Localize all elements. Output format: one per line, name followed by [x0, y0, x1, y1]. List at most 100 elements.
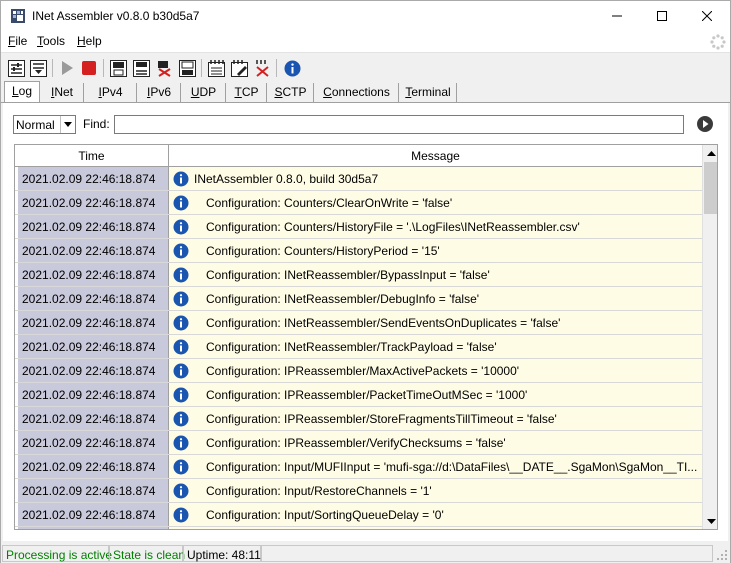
menu-help-accel: H [77, 34, 86, 48]
settings-button[interactable] [6, 58, 26, 78]
table-row[interactable]: 2021.02.09 22:46:18.874 Configuration: IN… [15, 335, 702, 359]
tab-strip: Log INet IPv4 IPv6 UDP TCP SCTP Connecti… [1, 81, 730, 103]
scroll-up-button[interactable] [703, 145, 717, 161]
status-state: State is clean [109, 545, 185, 562]
time-cell: 2021.02.09 22:46:18.874 [18, 455, 169, 478]
table-row[interactable]: 2021.02.09 22:46:18.874 INetAssembler 0.8… [15, 167, 702, 191]
time-cell: 2021.02.09 22:46:18.874 [18, 359, 169, 382]
message-text: Configuration: INetReassembler/BypassInp… [206, 268, 490, 282]
table-row[interactable]: 2021.02.09 22:46:18.874 Configuration: IP… [15, 431, 702, 455]
message-text: Configuration: IPReassembler/StoreFragme… [206, 412, 557, 426]
time-cell [18, 527, 169, 529]
menu-file[interactable]: File [8, 34, 27, 48]
tab-sctp-accel: S [274, 85, 283, 99]
notes-button[interactable] [206, 58, 226, 78]
tab-connections[interactable]: Connections [315, 83, 399, 102]
resize-grip-icon[interactable] [716, 549, 728, 561]
message-text: Configuration: IPReassembler/PacketTimeO… [206, 388, 528, 402]
menu-tools[interactable]: Tools [37, 34, 65, 48]
message-text: Configuration: Counters/HistoryFile = '.… [206, 220, 580, 234]
table-row[interactable]: 2021.02.09 22:46:18.874 Configuration: IN… [15, 263, 702, 287]
table-row[interactable]: 2021.02.09 22:46:18.874 Configuration: Co… [15, 239, 702, 263]
app-window: INet Assembler v0.8.0 b30d5a7 File Tools… [0, 0, 731, 563]
table-row[interactable]: 2021.02.09 22:46:18.874 Configuration: IP… [15, 407, 702, 431]
message-text: Configuration: IPReassembler/MaxActivePa… [206, 364, 520, 378]
table-row[interactable]: 2021.02.09 22:46:18.874 Configuration: IN… [15, 287, 702, 311]
table-row[interactable]: 2021.02.09 22:46:18.874 Configuration: Co… [15, 215, 702, 239]
close-icon [702, 11, 712, 21]
time-cell: 2021.02.09 22:46:18.874 [18, 407, 169, 430]
toolbar-separator [103, 59, 104, 77]
message-cell: Configuration: INetReassembler/TrackPayl… [169, 335, 702, 358]
tab-log[interactable]: Log [4, 81, 40, 103]
log-level-select[interactable]: Normal [13, 115, 76, 134]
export-button[interactable] [177, 58, 197, 78]
close-button[interactable] [684, 1, 730, 31]
message-cell: Configuration: IPReassembler/VerifyCheck… [169, 431, 702, 454]
info-icon [173, 339, 189, 355]
status-bar: Processing is active State is clean Upti… [1, 544, 730, 563]
notes-edit-button[interactable] [229, 58, 249, 78]
table-row[interactable]: 2021.02.09 22:46:18.874 Configuration: In… [15, 503, 702, 527]
message-text: INetAssembler 0.8.0, build 30d5a7 [194, 172, 379, 186]
message-cell: Configuration: Input/MUFIInput = 'mufi-s… [169, 455, 702, 478]
column-header-message[interactable]: Message [169, 145, 702, 166]
title-bar: INet Assembler v0.8.0 b30d5a7 [1, 1, 730, 31]
message-cell: Configuration: IPReassembler/MaxActivePa… [169, 359, 702, 382]
info-icon [173, 411, 189, 427]
menu-help[interactable]: Help [77, 34, 102, 48]
filter-bar: Normal Find: [13, 114, 718, 134]
tab-inet[interactable]: INet [41, 83, 84, 102]
tab-udp-accel: U [190, 85, 200, 99]
tab-ipv6-label: Pv6 [150, 85, 172, 99]
tab-tcp[interactable]: TCP [227, 83, 267, 102]
message-text: Configuration: Input/SortingQueueDelay =… [206, 508, 444, 522]
tab-terminal[interactable]: Terminal [400, 83, 457, 102]
menu-tools-label: ools [43, 34, 66, 48]
scroll-thumb[interactable] [704, 162, 717, 214]
tab-log-accel: L [11, 84, 19, 98]
notes-icon [207, 59, 225, 77]
message-cell: INetAssembler 0.8.0, build 30d5a7 [169, 167, 702, 190]
save-settings-button[interactable] [28, 58, 48, 78]
save-log-as-button[interactable] [131, 58, 151, 78]
time-cell: 2021.02.09 22:46:18.874 [18, 167, 169, 190]
time-cell: 2021.02.09 22:46:18.874 [18, 431, 169, 454]
tab-ipv6[interactable]: IPv6 [138, 83, 181, 102]
column-header-time[interactable]: Time [15, 145, 169, 166]
table-row[interactable]: 2021.02.09 22:46:18.874 Configuration: In… [15, 455, 702, 479]
notes-clear-icon [255, 59, 269, 77]
tab-udp[interactable]: UDP [182, 83, 226, 102]
save-log-button[interactable] [108, 58, 128, 78]
app-logo-icon [11, 9, 25, 23]
tab-sctp[interactable]: SCTP [268, 83, 314, 102]
scroll-down-button[interactable] [703, 513, 717, 529]
table-row[interactable]: 2021.02.09 22:46:18.874 Configuration: IP… [15, 383, 702, 407]
about-button[interactable] [282, 58, 302, 78]
table-row[interactable] [15, 527, 702, 529]
stop-icon [82, 61, 96, 75]
time-cell: 2021.02.09 22:46:18.874 [18, 503, 169, 526]
tab-ipv4[interactable]: IPv4 [85, 83, 137, 102]
tab-terminal-label: erminal [411, 85, 451, 99]
message-text: Configuration: Input/MUFIInput = 'mufi-s… [206, 460, 698, 474]
time-cell: 2021.02.09 22:46:18.874 [18, 479, 169, 502]
clear-log-button[interactable] [154, 58, 174, 78]
status-processing: Processing is active [2, 545, 112, 562]
find-input[interactable] [114, 115, 684, 134]
vertical-scrollbar[interactable] [702, 145, 717, 529]
table-row[interactable]: 2021.02.09 22:46:18.874 Configuration: IN… [15, 311, 702, 335]
stop-button[interactable] [79, 58, 99, 78]
table-row[interactable]: 2021.02.09 22:46:18.874 Configuration: Co… [15, 191, 702, 215]
go-arrow-icon[interactable] [696, 115, 714, 133]
start-button[interactable] [57, 58, 77, 78]
find-label: Find: [83, 117, 110, 131]
about-icon [284, 60, 300, 76]
maximize-button[interactable] [639, 1, 685, 31]
notes-clear-button[interactable] [252, 58, 272, 78]
tab-sctp-label: CTP [282, 85, 307, 99]
table-row[interactable]: 2021.02.09 22:46:18.874 Configuration: IP… [15, 359, 702, 383]
minimize-button[interactable] [594, 1, 640, 31]
table-row[interactable]: 2021.02.09 22:46:18.874 Configuration: In… [15, 479, 702, 503]
window-title: INet Assembler v0.8.0 b30d5a7 [32, 9, 200, 23]
